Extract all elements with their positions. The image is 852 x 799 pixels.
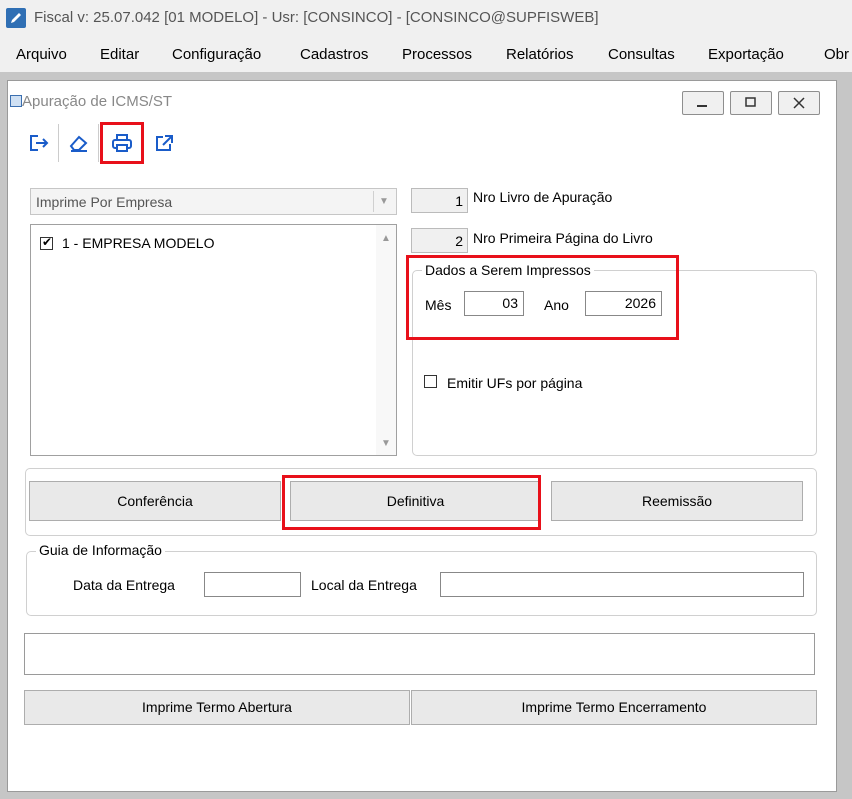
menu-arquivo[interactable]: Arquivo xyxy=(16,46,67,63)
clear-button[interactable] xyxy=(58,124,99,162)
menu-cadastros[interactable]: Cadastros xyxy=(300,46,368,63)
eraser-icon xyxy=(69,135,88,152)
scroll-up-icon[interactable]: ▲ xyxy=(381,233,391,244)
nro-pagina-label: Nro Primeira Página do Livro xyxy=(473,230,653,246)
data-entrega-input[interactable] xyxy=(204,572,301,597)
window-icon xyxy=(10,95,22,107)
guia-group-title: Guia de Informação xyxy=(36,542,165,558)
menu-editar[interactable]: Editar xyxy=(100,46,139,63)
menu-obr[interactable]: Obr xyxy=(824,46,849,63)
print-highlight xyxy=(100,122,144,164)
status-box xyxy=(24,633,815,675)
minimize-button[interactable] xyxy=(682,91,724,115)
pencil-icon xyxy=(6,8,26,28)
termo-abertura-button[interactable]: Imprime Termo Abertura xyxy=(24,690,410,725)
data-entrega-label: Data da Entrega xyxy=(73,577,175,593)
company-item-label: 1 - EMPRESA MODELO xyxy=(62,235,215,251)
restore-icon xyxy=(745,97,756,107)
local-entrega-input[interactable] xyxy=(440,572,804,597)
export-icon xyxy=(156,135,173,151)
menu-processos[interactable]: Processos xyxy=(402,46,472,63)
termo-encerramento-button[interactable]: Imprime Termo Encerramento xyxy=(411,690,817,725)
reemissao-button[interactable]: Reemissão xyxy=(551,481,803,521)
maximize-button[interactable] xyxy=(730,91,772,115)
company-list[interactable]: ✔ 1 - EMPRESA MODELO ▲ ▼ xyxy=(30,224,397,456)
chevron-down-icon[interactable]: ▼ xyxy=(373,191,394,212)
menu-exportacao[interactable]: Exportação xyxy=(708,46,784,63)
company-checkbox[interactable]: ✔ xyxy=(40,235,53,250)
app-title: Fiscal v: 25.07.042 [01 MODELO] - Usr: [… xyxy=(34,9,599,26)
nro-pagina-field[interactable]: 2 xyxy=(411,228,468,253)
exit-icon xyxy=(30,135,49,151)
emitir-ufs-checkbox[interactable] xyxy=(424,375,437,388)
list-scrollbar[interactable]: ▲ ▼ xyxy=(376,225,396,455)
conferencia-button[interactable]: Conferência xyxy=(29,481,281,521)
close-icon xyxy=(793,97,805,109)
menu-bar: Arquivo Editar Configuração Cadastros Pr… xyxy=(0,38,852,72)
print-mode-value: Imprime Por Empresa xyxy=(36,194,173,210)
export-button[interactable] xyxy=(144,124,184,162)
scroll-down-icon[interactable]: ▼ xyxy=(381,438,391,449)
local-entrega-label: Local da Entrega xyxy=(311,577,417,593)
window-title: Apuração de ICMS/ST xyxy=(22,93,173,110)
menu-configuracao[interactable]: Configuração xyxy=(172,46,261,63)
menu-consultas[interactable]: Consultas xyxy=(608,46,675,63)
definitiva-highlight xyxy=(282,475,541,530)
print-mode-select[interactable]: Imprime Por Empresa ▼ xyxy=(30,188,397,215)
close-button[interactable] xyxy=(778,91,820,115)
minimize-icon xyxy=(697,105,707,107)
exit-button[interactable] xyxy=(18,124,59,162)
nro-livro-field[interactable]: 1 xyxy=(411,188,468,213)
menu-relatorios[interactable]: Relatórios xyxy=(506,46,574,63)
emitir-ufs-label: Emitir UFs por página xyxy=(447,375,583,391)
dados-highlight xyxy=(406,255,679,340)
nro-livro-label: Nro Livro de Apuração xyxy=(473,189,613,205)
